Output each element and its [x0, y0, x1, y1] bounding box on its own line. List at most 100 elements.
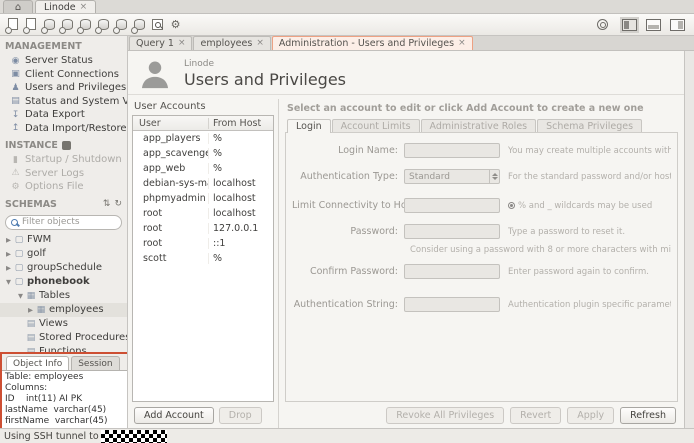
- close-icon[interactable]: ×: [458, 39, 466, 48]
- server-status-icon[interactable]: [42, 17, 57, 33]
- toggle-right-panel-icon[interactable]: [670, 19, 685, 31]
- table-row[interactable]: root127.0.0.1: [133, 221, 273, 236]
- table-header: User From Host: [133, 116, 273, 131]
- table-row[interactable]: app_scavenger%: [133, 146, 273, 161]
- wrench-icon: ⚙: [10, 182, 21, 192]
- connection-tab-bar: ⌂ Linode ×: [0, 0, 694, 14]
- tab-schema-privileges: Schema Privileges: [537, 119, 642, 133]
- tab-administration-users-privileges[interactable]: Administration - Users and Privileges×: [272, 36, 473, 50]
- table-row[interactable]: rootlocalhost: [133, 206, 273, 221]
- toggle-bottom-panel-icon[interactable]: [646, 19, 661, 31]
- schema-icon: ▢: [13, 277, 25, 287]
- collapse-all-icon[interactable]: ⇅: [103, 199, 111, 209]
- table-row[interactable]: debian-sys-maintlocalhost: [133, 176, 273, 191]
- client-connections-icon: ▣: [10, 69, 21, 79]
- object-info-content: Table: employeesColumns:ID int(11) AI PK…: [2, 370, 127, 428]
- auth-type-label: Authentication Type:: [292, 171, 404, 182]
- tab-query-1[interactable]: Query 1×: [129, 36, 192, 50]
- table-row[interactable]: app_players%: [133, 131, 273, 146]
- password-note: Consider using a password with 8 or more…: [410, 245, 671, 255]
- refresh-button[interactable]: Refresh: [620, 407, 676, 424]
- table-row[interactable]: phpmyadminlocalhost: [133, 191, 273, 206]
- client-connections-icon[interactable]: [60, 17, 75, 33]
- add-account-button[interactable]: Add Account: [134, 407, 214, 424]
- tree-item-functions[interactable]: ▤Functions: [0, 345, 127, 353]
- detail-tab-bar: Login Account Limits Administrative Role…: [285, 119, 678, 133]
- home-tab[interactable]: ⌂: [3, 0, 33, 13]
- column-header-user[interactable]: User: [133, 118, 209, 129]
- options-icon[interactable]: ⚙: [168, 17, 183, 33]
- refresh-schemas-icon[interactable]: ↻: [114, 199, 122, 209]
- login-name-helper: You may create multiple accounts with th…: [508, 146, 671, 156]
- tab-login[interactable]: Login: [287, 119, 331, 133]
- search-icon: [11, 219, 18, 226]
- connection-tab-linode[interactable]: Linode ×: [35, 0, 96, 13]
- login-tab-panel: Login Name: You may create multiple acco…: [285, 132, 678, 402]
- user-accounts-column: User Accounts User From Host app_players…: [132, 99, 274, 428]
- user-accounts-label: User Accounts: [132, 99, 274, 115]
- column-header-from-host[interactable]: From Host: [209, 118, 273, 129]
- object-info-tabs: Object Info Session: [2, 354, 127, 370]
- users-privileges-icon[interactable]: [78, 17, 93, 33]
- procedures-icon: ▤: [25, 333, 37, 343]
- sidebar-item-server-status[interactable]: ◉Server Status: [0, 54, 127, 68]
- tab-session[interactable]: Session: [71, 356, 119, 370]
- drop-button: Drop: [219, 407, 262, 424]
- collapsed-right-panel[interactable]: [684, 51, 694, 428]
- table-row[interactable]: root::1: [133, 236, 273, 251]
- home-icon: ⌂: [15, 2, 21, 13]
- schemas-section-header: SCHEMAS⇅↻: [0, 194, 127, 212]
- close-icon[interactable]: ×: [256, 39, 264, 48]
- system-variables-icon[interactable]: [96, 17, 111, 33]
- redacted-host: [101, 430, 167, 443]
- dashboard-icon[interactable]: [597, 19, 608, 30]
- apply-button: Apply: [567, 407, 614, 424]
- data-import-icon[interactable]: [132, 17, 147, 33]
- close-icon[interactable]: ×: [80, 3, 88, 12]
- schema-filter-box: [5, 215, 122, 230]
- tree-item-views[interactable]: ▤Views: [0, 317, 127, 331]
- power-icon: ▮: [10, 155, 21, 165]
- select-account-hint: Select an account to edit or click Add A…: [285, 101, 678, 119]
- schema-item-golf[interactable]: ▢golf: [0, 247, 127, 261]
- schema-icon: ▢: [13, 235, 25, 245]
- sidebar-item-server-logs: ⚠Server Logs: [0, 167, 127, 181]
- schema-item-groupschedule[interactable]: ▢groupSchedule: [0, 261, 127, 275]
- object-info-panel: Object Info Session Table: employeesColu…: [0, 352, 127, 428]
- schema-item-phonebook[interactable]: ▢phonebook: [0, 275, 127, 289]
- open-script-icon[interactable]: [24, 17, 39, 33]
- dropdown-stepper-icon: [489, 170, 499, 183]
- sidebar-item-data-export[interactable]: ↧Data Export: [0, 108, 127, 122]
- tab-employees[interactable]: employees×: [193, 36, 270, 50]
- connection-subtitle: Linode: [184, 59, 346, 69]
- sidebar-item-client-connections[interactable]: ▣Client Connections: [0, 68, 127, 82]
- schema-filter-input[interactable]: [22, 217, 116, 227]
- sidebar-item-status-system-variables[interactable]: ▤Status and System Variables: [0, 95, 127, 109]
- tree-item-tables[interactable]: ▦Tables: [0, 289, 127, 303]
- user-accounts-table: User From Host app_players% app_scavenge…: [132, 115, 274, 402]
- tab-administrative-roles: Administrative Roles: [421, 119, 537, 133]
- table-row[interactable]: app_web%: [133, 161, 273, 176]
- tree-item-employees[interactable]: ▦employees: [0, 303, 127, 317]
- data-export-icon[interactable]: [114, 17, 129, 33]
- login-name-field: [404, 143, 500, 158]
- password-label: Password:: [292, 226, 404, 237]
- import-icon: ↥: [10, 123, 21, 133]
- toggle-left-panel-icon[interactable]: [622, 19, 637, 31]
- hosts-matching-field: [404, 198, 500, 213]
- sidebar-item-users-and-privileges[interactable]: ♟Users and Privileges: [0, 81, 127, 95]
- inspector-icon[interactable]: [150, 17, 165, 33]
- password-field: [404, 224, 500, 239]
- tab-object-info[interactable]: Object Info: [6, 356, 69, 370]
- close-icon[interactable]: ×: [178, 39, 186, 48]
- tab-account-limits: Account Limits: [332, 119, 420, 133]
- new-query-icon[interactable]: [6, 17, 21, 33]
- table-row[interactable]: scott%: [133, 251, 273, 266]
- document-tab-bar: Query 1× employees× Administration - Use…: [128, 36, 694, 51]
- tree-item-stored-procedures[interactable]: ▤Stored Procedures: [0, 331, 127, 345]
- confirm-password-field: [404, 264, 500, 279]
- sidebar-item-data-import[interactable]: ↥Data Import/Restore: [0, 122, 127, 136]
- schema-item-fwm[interactable]: ▢FWM: [0, 233, 127, 247]
- table-icon: ▦: [35, 305, 47, 315]
- login-name-label: Login Name:: [292, 145, 404, 156]
